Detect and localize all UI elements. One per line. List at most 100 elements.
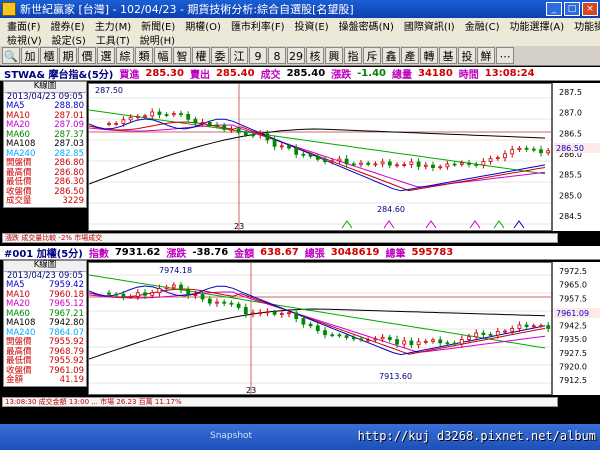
menu-item[interactable]: 投資(E) [290, 18, 334, 33]
maximize-button[interactable]: □ [564, 2, 580, 16]
toolbar-button[interactable]: 價 [78, 47, 96, 64]
candle-body [150, 292, 155, 296]
axis-tick-label: 7972.5 [559, 267, 587, 276]
volume-label: 總量 [391, 70, 412, 81]
menu-item[interactable]: 操盤密碼(N) [334, 18, 399, 33]
close-button[interactable]: × [582, 2, 598, 16]
toolbar-button[interactable]: 斥 [363, 47, 381, 64]
futures-axis-svg: 287.5287.0286.5286.0285.5285.0284.5286.5… [554, 88, 600, 221]
menu-item[interactable]: 主力(M) [90, 18, 136, 33]
count-value: 595783 [411, 247, 454, 258]
toolbar-button[interactable]: 產 [401, 47, 419, 64]
menu-item[interactable]: 說明(H) [135, 32, 180, 47]
kline-label[interactable]: K線圖 [4, 81, 86, 93]
toolbar-button[interactable]: 權 [192, 47, 210, 64]
index-symbol[interactable]: #001 加權(5分) [4, 245, 83, 260]
menu-item[interactable]: 證券(E) [46, 18, 90, 33]
axis-tick-label: 287.0 [559, 109, 582, 118]
candle-body [452, 342, 457, 345]
toolbar-button[interactable]: 轉 [420, 47, 438, 64]
price-marker-label: 286.50 [556, 144, 584, 153]
minimize-button[interactable]: _ [546, 2, 562, 16]
candle-body [409, 161, 414, 165]
toolbar-button[interactable]: 加 [21, 47, 39, 64]
menu-item[interactable]: 功能操作(F) [569, 18, 600, 33]
toolbar-button[interactable]: 8 [268, 47, 286, 64]
toolbar-button[interactable]: 29 [287, 47, 305, 64]
index-candlestick-svg: 7974.18 7913.60 23 [88, 263, 551, 395]
candle-body [395, 164, 399, 167]
axis-tick-label: 285.5 [559, 171, 582, 180]
candle-body [409, 340, 414, 346]
menu-item[interactable]: 功能選擇(A) [504, 18, 569, 33]
candle-body [517, 324, 522, 329]
menu-item[interactable]: 檢視(V) [2, 32, 47, 47]
candle-body [373, 338, 378, 341]
amount-label: 金額 [234, 249, 255, 260]
toolbar-button[interactable]: 智 [173, 47, 191, 64]
toolbar-button[interactable]: 櫃 [40, 47, 58, 64]
bid-label: 買進 [119, 70, 140, 81]
change-label: 漲跌 [331, 70, 352, 81]
index-chart[interactable]: 7974.18 7913.60 23 [88, 262, 552, 395]
candle-body [387, 336, 392, 340]
toolbar-button[interactable]: 選 [97, 47, 115, 64]
toolbar-button[interactable]: 委 [211, 47, 229, 64]
window-title: 新世紀贏家 [台灣] - 102/04/23 - 期貨技術分析:綜合自選股[名望… [20, 3, 354, 16]
menu-bar: 畫面(F) 證券(E) 主力(M) 新聞(E) 期權(O) 匯市利率(F) 投資(E) 操盤密… [0, 18, 600, 47]
futures-symbol[interactable]: STWA& 摩台指&(5分) [4, 66, 113, 81]
candle-body [114, 293, 119, 296]
candle-body [431, 164, 435, 169]
app-window: 新世紀贏家 [台灣] - 102/04/23 - 期貨技術分析:綜合自選股[名望… [0, 0, 600, 450]
toolbar-button[interactable]: 核 [306, 47, 324, 64]
menu-item[interactable]: 金融(C) [460, 18, 505, 33]
menu-row-1: 畫面(F) 證券(E) 主力(M) 新聞(E) 期權(O) 匯市利率(F) 投資(E) 操盤密… [0, 18, 600, 33]
index-status-bar: 13:08:30 成交金額 13:00 ... 市場 26.23 百萬 11.1… [2, 397, 558, 407]
candle-body [265, 311, 270, 314]
menu-item[interactable]: 匯市利率(F) [226, 18, 290, 33]
candle-body [121, 119, 126, 124]
toolbar-button[interactable]: 🔍 [2, 47, 20, 64]
candle-body [114, 123, 119, 125]
candle-body [128, 116, 133, 121]
menu-item[interactable]: 新聞(E) [136, 18, 180, 33]
toolbar-button[interactable]: 基 [439, 47, 457, 64]
menu-item[interactable]: 期權(O) [180, 18, 226, 33]
menu-item[interactable]: 畫面(F) [2, 18, 46, 33]
toolbar-button[interactable]: 9 [249, 47, 267, 64]
candle-body [546, 325, 551, 329]
axis-tick-label: 7920.0 [559, 362, 587, 371]
time-label: 時間 [458, 70, 479, 81]
candle-body [272, 311, 277, 315]
candle-body [200, 121, 205, 124]
low-annotation: 7913.60 [379, 372, 412, 381]
candle-body [351, 163, 356, 166]
toolbar-button[interactable]: 綜 [116, 47, 134, 64]
toolbar-button[interactable]: 興 [325, 47, 343, 64]
high-annotation: 287.50 [95, 86, 123, 95]
toolbar-button[interactable]: 期 [59, 47, 77, 64]
bid-value: 285.30 [145, 68, 184, 79]
toolbar: 🔍 加櫃期價選綜類幅智權委江 9 8 29 核興指斥鑫產轉基投鮮 ⋯ [0, 46, 600, 66]
kline-label[interactable]: K線圖 [4, 260, 86, 272]
menu-item[interactable]: 設定(S) [47, 32, 91, 47]
candle-body [315, 325, 320, 331]
candle-body [272, 139, 277, 147]
futures-chart[interactable]: 287.50 284.60 23 [88, 83, 552, 231]
toolbar-button[interactable]: 類 [135, 47, 153, 64]
toolbar-button[interactable]: 投 [458, 47, 476, 64]
candle-body [179, 113, 183, 115]
candle-body [359, 162, 363, 165]
candle-body [445, 342, 450, 345]
toolbar-button[interactable]: 幅 [154, 47, 172, 64]
taskbar-snapshot-label[interactable]: Snapshot [210, 431, 252, 441]
toolbar-button[interactable]: 鑫 [382, 47, 400, 64]
candle-body [395, 339, 399, 345]
toolbar-button[interactable]: 指 [344, 47, 362, 64]
toolbar-button[interactable]: 鮮 [477, 47, 495, 64]
menu-item[interactable]: 工具(T) [91, 32, 135, 47]
toolbar-button[interactable]: 江 [230, 47, 248, 64]
menu-item[interactable]: 國際資訊(I) [399, 18, 460, 33]
toolbar-button[interactable]: ⋯ [496, 47, 514, 64]
candle-body [445, 163, 450, 168]
